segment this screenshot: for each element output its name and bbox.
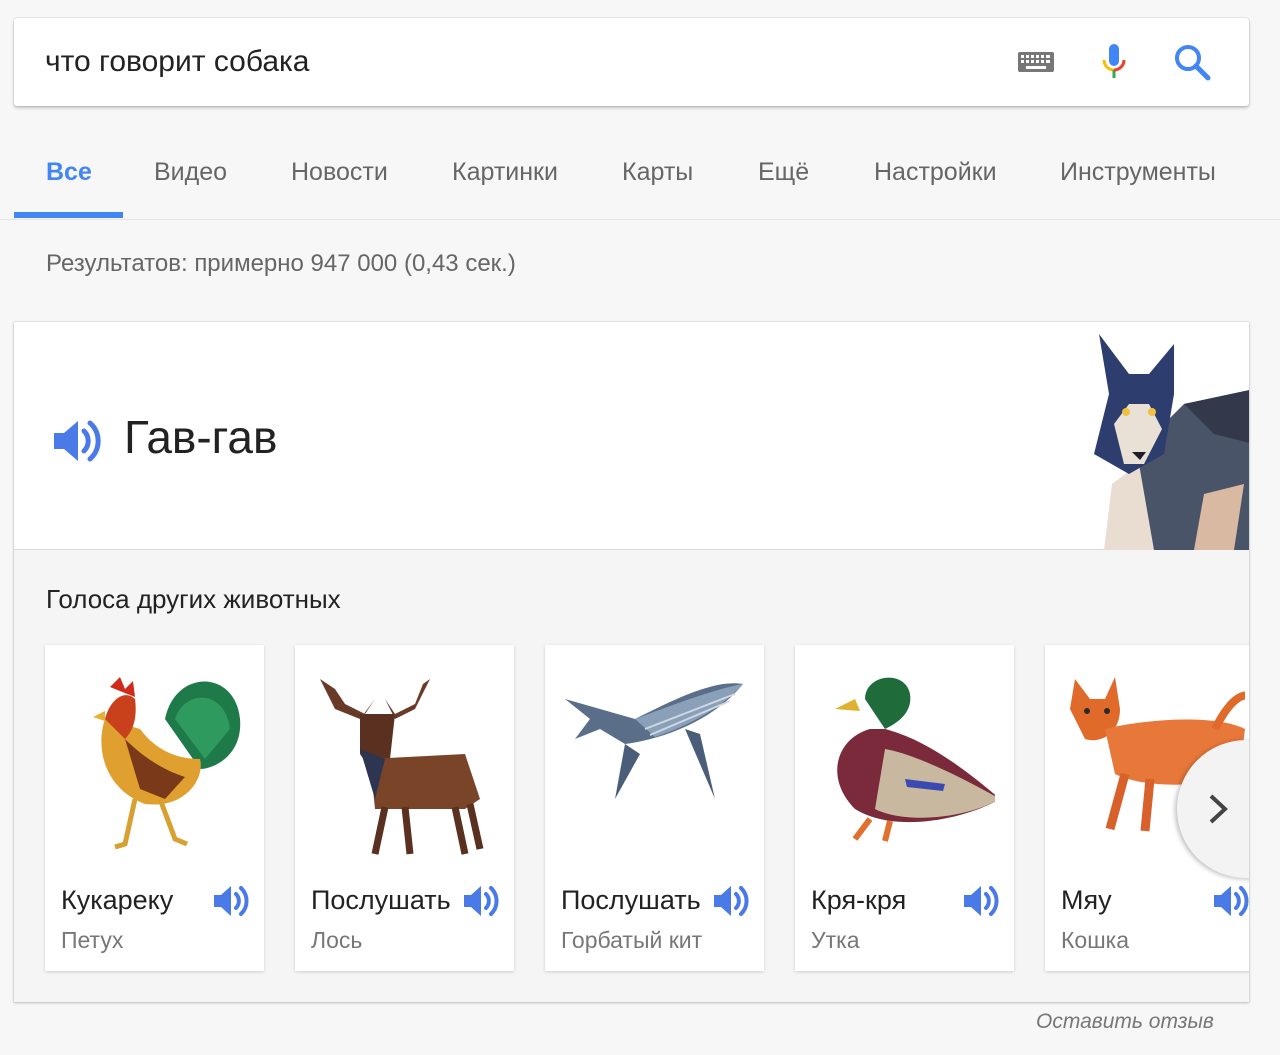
- animal-sounds-card: Гав-гав Голоса других животных Кукареку: [14, 322, 1249, 1002]
- animal-card-duck[interactable]: Кря-кря Утка: [795, 645, 1014, 971]
- animal-sound-text: Гав-гав: [124, 411, 278, 463]
- duck-illustration: [835, 677, 995, 842]
- feedback-link[interactable]: Оставить отзыв: [1036, 1010, 1214, 1034]
- animal-sound: Послушать: [311, 885, 451, 915]
- tab-tools[interactable]: Инструменты: [1060, 158, 1216, 187]
- speaker-icon[interactable]: [50, 414, 104, 468]
- tab-more[interactable]: Ещё: [758, 158, 809, 187]
- speaker-icon[interactable]: [211, 881, 251, 921]
- animal-sound: Мяу: [1061, 885, 1112, 915]
- animal-sound: Кукареку: [61, 885, 174, 915]
- speaker-icon[interactable]: [711, 881, 751, 921]
- animal-name: Утка: [811, 927, 860, 953]
- active-tab-indicator: [14, 212, 123, 218]
- rooster-illustration: [93, 677, 241, 850]
- dog-illustration: [1094, 334, 1249, 550]
- animal-sound: Послушать: [561, 885, 701, 915]
- animal-card-rooster[interactable]: Кукареку Петух: [45, 645, 264, 971]
- animal-name: Петух: [61, 927, 124, 953]
- search-box[interactable]: что говорит собака: [14, 18, 1249, 106]
- tab-images[interactable]: Картинки: [452, 158, 558, 187]
- tab-maps[interactable]: Карты: [622, 158, 693, 187]
- speaker-icon[interactable]: [461, 881, 501, 921]
- tab-all[interactable]: Все: [46, 158, 92, 187]
- search-input[interactable]: что говорит собака: [45, 45, 310, 79]
- other-animals-title: Голоса других животных: [46, 584, 341, 614]
- result-stats: Результатов: примерно 947 000 (0,43 сек.…: [46, 250, 516, 277]
- animal-name: Горбатый кит: [561, 927, 703, 953]
- animal-card-whale[interactable]: Послушать Горбатый кит: [545, 645, 764, 971]
- tab-news[interactable]: Новости: [291, 158, 388, 187]
- answer-panel: Гав-гав: [14, 322, 1249, 550]
- tab-settings[interactable]: Настройки: [874, 158, 997, 187]
- speaker-icon[interactable]: [961, 881, 1001, 921]
- mic-icon[interactable]: [1092, 40, 1136, 84]
- search-icon[interactable]: [1170, 40, 1214, 84]
- animal-name: Лось: [311, 927, 363, 953]
- tab-video[interactable]: Видео: [154, 158, 227, 187]
- animal-sound: Кря-кря: [811, 885, 907, 915]
- keyboard-icon[interactable]: [1014, 40, 1058, 84]
- animal-name: Кошка: [1061, 927, 1130, 953]
- animal-card-moose[interactable]: Послушать Лось: [295, 645, 514, 971]
- speaker-icon[interactable]: [1211, 881, 1249, 921]
- moose-illustration: [320, 679, 484, 855]
- whale-illustration: [565, 683, 743, 799]
- search-tabs: Все Видео Новости Картинки Карты Ещё Нас…: [0, 140, 1280, 220]
